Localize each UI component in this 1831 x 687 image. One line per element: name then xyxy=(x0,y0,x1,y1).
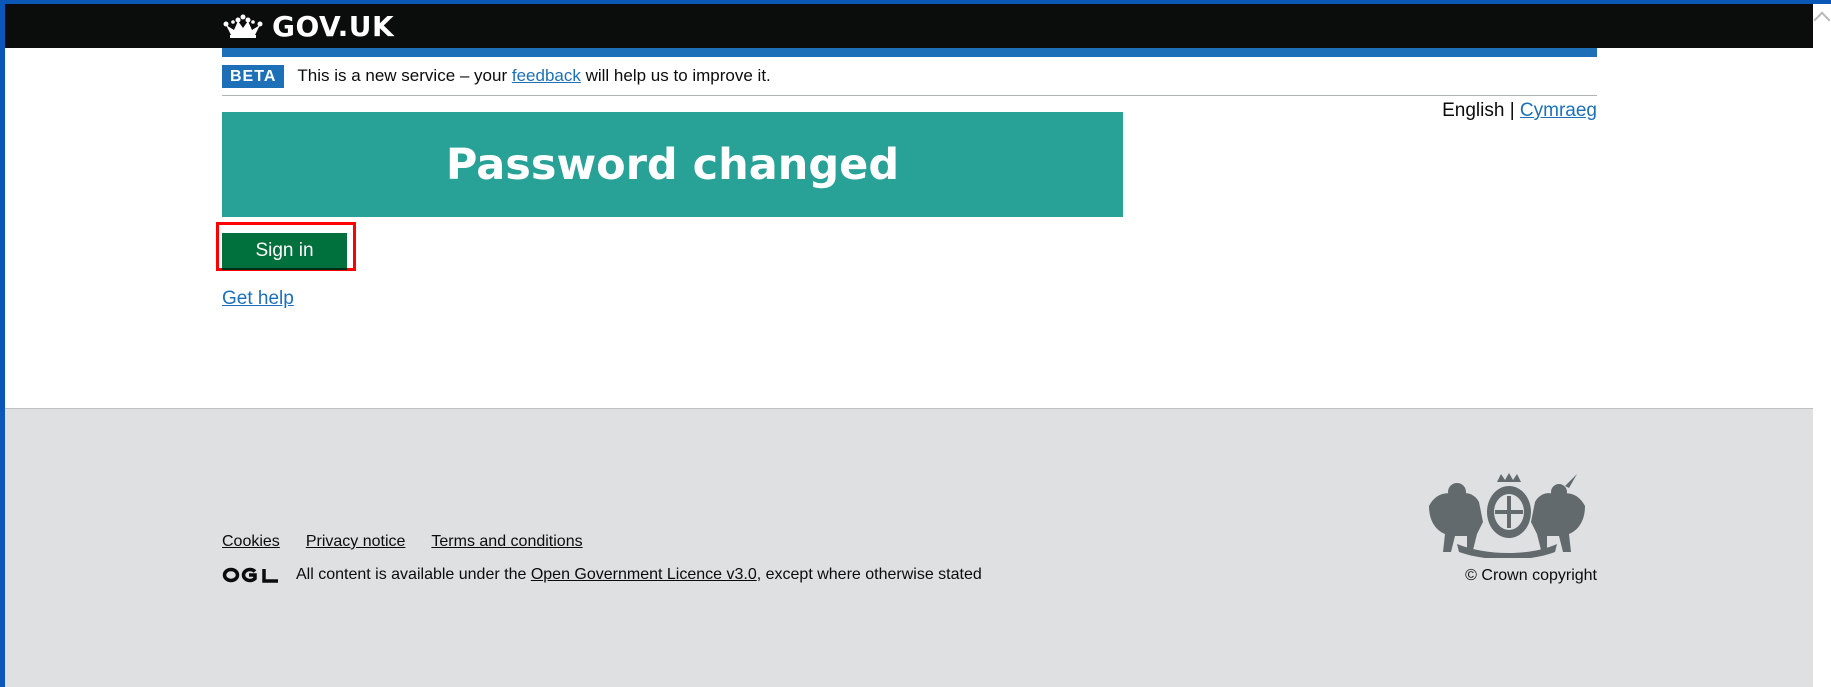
language-separator: | xyxy=(1509,100,1515,121)
language-toggle: English | Cymraeg xyxy=(1442,100,1597,122)
crown-icon xyxy=(223,14,263,38)
sign-in-button[interactable]: Sign in xyxy=(222,233,347,268)
language-cymraeg-link[interactable]: Cymraeg xyxy=(1520,100,1597,121)
licence-text-before: All content is available under the xyxy=(296,566,527,583)
royal-coat-of-arms-icon xyxy=(1429,473,1585,558)
phase-banner-text: This is a new service – your feedback wi… xyxy=(297,66,770,86)
ogl-logo-icon xyxy=(222,567,278,583)
confirmation-panel: Password changed xyxy=(222,112,1123,217)
licence-link[interactable]: Open Government Licence v3.0 xyxy=(531,566,757,584)
licence-text-after: , except where otherwise stated xyxy=(756,566,982,583)
footer-link-cookies[interactable]: Cookies xyxy=(222,533,280,551)
footer-link-privacy[interactable]: Privacy notice xyxy=(306,533,406,551)
govuk-footer: Cookies Privacy notice Terms and conditi… xyxy=(5,408,1813,687)
browser-viewport: GOV.UK BETA This is a new service – your… xyxy=(5,4,1813,687)
feedback-link[interactable]: feedback xyxy=(512,66,581,85)
header-blue-bar xyxy=(222,48,1597,57)
vertical-scrollbar[interactable] xyxy=(1813,4,1831,687)
govuk-logo-text: GOV.UK xyxy=(272,9,395,43)
licence-statement: All content is available under the Open … xyxy=(222,566,982,584)
footer-links: Cookies Privacy notice Terms and conditi… xyxy=(222,533,583,551)
crown-copyright: © Crown copyright xyxy=(1465,567,1597,584)
get-help-link[interactable]: Get help xyxy=(222,288,294,310)
phase-text-before: This is a new service – your xyxy=(297,66,508,85)
govuk-header: GOV.UK xyxy=(5,4,1813,48)
panel-title: Password changed xyxy=(445,139,900,190)
beta-tag: BETA xyxy=(222,64,285,88)
govuk-logo-link[interactable]: GOV.UK xyxy=(222,9,394,43)
phase-text-after: will help us to improve it. xyxy=(585,66,771,85)
footer-link-terms[interactable]: Terms and conditions xyxy=(431,533,582,551)
phase-banner: BETA This is a new service – your feedba… xyxy=(222,57,1597,96)
language-current: English xyxy=(1442,100,1505,121)
